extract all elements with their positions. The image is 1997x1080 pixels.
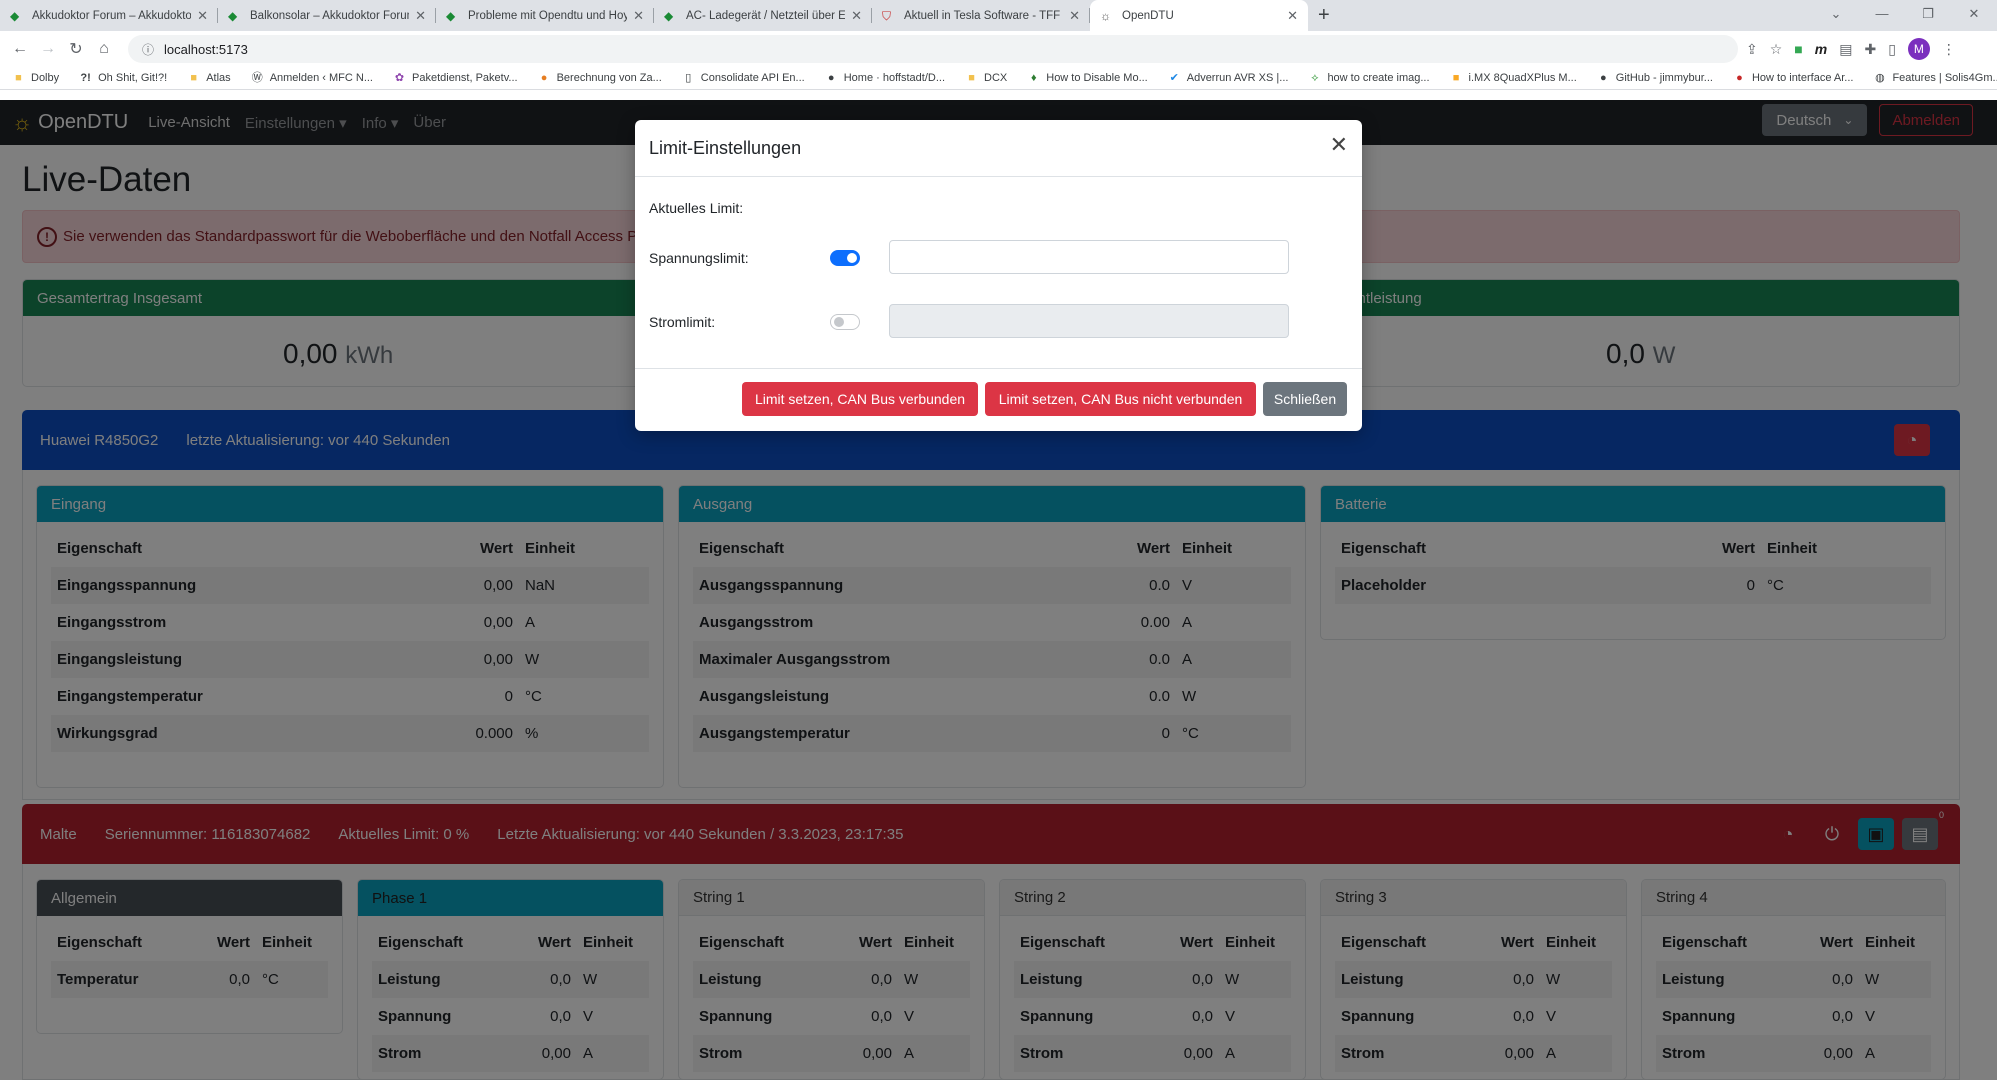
- browser-tab[interactable]: ◆ Akkudoktor Forum – Akkudoktor ✕: [0, 0, 218, 31]
- back-icon[interactable]: ←: [6, 40, 34, 58]
- sidepanel-icon[interactable]: ▯: [1888, 41, 1896, 58]
- modal-title: Limit-Einstellungen: [635, 120, 1362, 177]
- close-icon[interactable]: ✕: [633, 8, 644, 24]
- close-icon[interactable]: ✕: [1287, 8, 1298, 24]
- github-icon: ●: [827, 71, 835, 84]
- current-limit-label-2: Stromlimit:: [649, 314, 716, 330]
- set-limit-connected-button[interactable]: Limit setzen, CAN Bus verbunden: [742, 382, 978, 416]
- new-tab-icon[interactable]: +: [1308, 0, 1340, 31]
- voltage-limit-input[interactable]: [889, 240, 1289, 274]
- github-icon: ●: [1599, 71, 1607, 84]
- menu-icon[interactable]: ⋮: [1942, 41, 1956, 58]
- bookmark-icon: ♦: [1030, 71, 1037, 84]
- bookmark[interactable]: ■ i.MX 8QuadXPlus M...: [1450, 72, 1577, 85]
- bookmark-icon: ●: [1736, 71, 1743, 84]
- extension-icon[interactable]: ■: [1794, 41, 1802, 57]
- minimize-icon[interactable]: —: [1859, 0, 1905, 28]
- close-icon[interactable]: ✕: [851, 8, 862, 24]
- profile-avatar[interactable]: M: [1907, 38, 1930, 60]
- voltage-limit-toggle[interactable]: [830, 250, 860, 266]
- bookmarks-bar: ■ Dolby ?! Oh Shit, Git!?! ■ Atlas Ⓦ Anmelde…: [0, 67, 1997, 90]
- folder-icon: ■: [968, 71, 975, 84]
- folder-icon: ■: [190, 71, 198, 84]
- tab-title: Aktuell in Tesla Software - TFF Fo: [904, 9, 1064, 22]
- bookmark[interactable]: ● Home · hoffstadt/D...: [825, 72, 945, 85]
- tab-title: Probleme mit Opendtu und Hoy: [468, 9, 628, 22]
- home-icon[interactable]: ⌂: [90, 40, 118, 58]
- bookmark[interactable]: ● How to interface Ar...: [1733, 71, 1853, 85]
- bookmark[interactable]: ✿ Paketdienst, Paketv...: [393, 72, 518, 85]
- globe-icon: ◍: [1875, 71, 1885, 84]
- puzzle-icon[interactable]: ✚: [1864, 41, 1876, 58]
- bookmark[interactable]: ● Berechnung von Za...: [538, 72, 662, 85]
- bookmark-icon: ✿: [394, 71, 405, 84]
- wordpress-icon: Ⓦ: [251, 71, 263, 84]
- tab-title: OpenDTU: [1122, 9, 1174, 22]
- tab-title: AC- Ladegerät / Netzteil über ESI: [686, 9, 846, 22]
- leaf-icon: ◆: [664, 8, 674, 23]
- current-limit-input[interactable]: [889, 304, 1289, 338]
- restore-icon[interactable]: ❐: [1905, 0, 1951, 28]
- bookmark[interactable]: ▯ Consolidate API En...: [682, 71, 804, 85]
- browser-tab[interactable]: ◆ AC- Ladegerät / Netzteil über ESI ✕: [654, 0, 872, 31]
- check-icon: ✔: [1169, 71, 1179, 84]
- bookmark-icon: ●: [540, 71, 548, 84]
- bookmark[interactable]: ● GitHub - jimmybur...: [1597, 72, 1713, 85]
- sun-icon: ☼: [1100, 8, 1111, 23]
- leaf-icon: ◆: [10, 8, 20, 23]
- bookmark-icon: ⟡: [1311, 71, 1319, 84]
- folder-icon: ■: [15, 71, 22, 84]
- close-icon[interactable]: ✕: [1069, 8, 1080, 24]
- star-icon[interactable]: ☆: [1770, 41, 1783, 58]
- toolbar-icons: ⇪ ☆ ■ m ▤ ✚ ▯ M ⋮: [1746, 38, 1956, 60]
- browser-tabstrip: ◆ Akkudoktor Forum – Akkudoktor ✕ ◆ Balkons…: [0, 0, 1997, 31]
- bookmark[interactable]: ✔ Adverrun AVR XS |...: [1168, 72, 1289, 85]
- limit-settings-modal: Limit-Einstellungen ✕ Aktuelles Limit: S…: [635, 120, 1362, 431]
- current-limit-label: Aktuelles Limit:: [649, 200, 744, 216]
- current-limit-toggle[interactable]: [830, 314, 860, 330]
- bookmark[interactable]: ?! Oh Shit, Git!?!: [79, 72, 167, 85]
- bookmark[interactable]: ♦ How to Disable Mo...: [1027, 71, 1148, 85]
- close-icon[interactable]: ✕: [197, 8, 208, 24]
- reload-icon[interactable]: ↻: [62, 39, 90, 59]
- info-icon: ⓘ: [142, 42, 155, 57]
- address-bar-row: ← → ↻ ⌂ ⓘ localhost:5173 ⇪ ☆ ■ m ▤ ✚ ▯ M …: [0, 31, 1997, 67]
- share-icon[interactable]: ⇪: [1746, 41, 1758, 58]
- page-icon: ▯: [685, 71, 692, 84]
- browser-tab[interactable]: ◆ Balkonsolar – Akkudoktor Forum ✕: [218, 0, 436, 31]
- bookmark[interactable]: ■ Dolby: [12, 72, 59, 85]
- leaf-icon: ◆: [446, 8, 456, 23]
- set-limit-disconnected-button[interactable]: Limit setzen, CAN Bus nicht verbunden: [985, 382, 1256, 416]
- chevron-down-icon[interactable]: ⌄: [1813, 0, 1859, 28]
- browser-tab[interactable]: ⛉ Aktuell in Tesla Software - TFF Fo ✕: [872, 0, 1090, 31]
- tab-title: Balkonsolar – Akkudoktor Forum: [250, 9, 410, 22]
- close-icon[interactable]: ✕: [415, 8, 426, 24]
- close-window-icon[interactable]: ✕: [1951, 0, 1997, 28]
- modal-footer: Limit setzen, CAN Bus verbunden Limit se…: [635, 368, 1362, 431]
- shield-icon: ⛉: [882, 8, 892, 23]
- bookmark[interactable]: ⟡ how to create imag...: [1308, 72, 1429, 85]
- voltage-limit-label: Spannungslimit:: [649, 250, 749, 266]
- bookmark[interactable]: ◍ Features | Solis4Gm...: [1873, 72, 1997, 85]
- bookmark-icon: ■: [1452, 71, 1460, 84]
- browser-tab-active[interactable]: ☼ OpenDTU ✕: [1090, 0, 1308, 31]
- bookmark[interactable]: ■ DCX: [965, 72, 1007, 85]
- reader-icon[interactable]: ▤: [1839, 41, 1852, 58]
- m-extension-icon[interactable]: m: [1815, 41, 1827, 57]
- close-icon[interactable]: ✕: [1330, 134, 1348, 156]
- forward-icon[interactable]: →: [34, 40, 62, 58]
- close-button[interactable]: Schließen: [1263, 382, 1347, 416]
- url-text: localhost:5173: [164, 41, 248, 57]
- bookmark[interactable]: ■ Atlas: [187, 72, 230, 85]
- window-controls: ⌄ — ❐ ✕: [1813, 0, 1997, 28]
- bookmark-icon: ?!: [80, 71, 91, 84]
- bookmark[interactable]: Ⓦ Anmelden ‹ MFC N...: [251, 72, 373, 85]
- leaf-icon: ◆: [228, 8, 238, 23]
- browser-tab[interactable]: ◆ Probleme mit Opendtu und Hoy ✕: [436, 0, 654, 31]
- tab-title: Akkudoktor Forum – Akkudoktor: [32, 9, 192, 22]
- url-field[interactable]: ⓘ localhost:5173: [128, 35, 1738, 63]
